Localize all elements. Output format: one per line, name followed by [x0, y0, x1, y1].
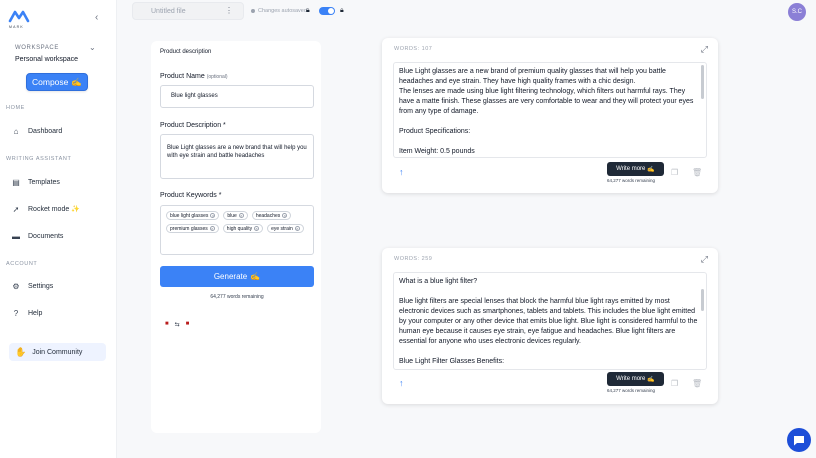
language-switcher[interactable]: ■ ⇆ ■	[165, 321, 189, 328]
brand-logo[interactable]: MARK	[8, 9, 30, 29]
section-account: ACCOUNT	[6, 261, 38, 267]
sidebar-item-help[interactable]: ? Help	[12, 308, 43, 318]
word-count: WORDS: 259	[394, 256, 433, 262]
lock-icon: 🔒︎	[306, 7, 310, 14]
expand-icon[interactable]: ⤢	[701, 44, 708, 55]
keywords-input[interactable]: blue light glasses × blue × headaches × pre…	[160, 205, 314, 255]
privacy-toggle[interactable]	[319, 7, 335, 15]
compose-button[interactable]: Compose ✍	[26, 73, 88, 91]
word-count: WORDS: 107	[394, 46, 433, 52]
copy-icon[interactable]: ❐	[671, 379, 678, 388]
output-text[interactable]: Blue Light glasses are a new brand of pr…	[393, 62, 707, 158]
document-icon: ▤	[12, 177, 20, 187]
write-more-button[interactable]: Write more ✍	[607, 162, 664, 176]
form-title: Product description	[160, 49, 212, 55]
product-description-form: Product description Product Name (option…	[151, 41, 321, 433]
keyword-chip: blue ×	[223, 211, 248, 220]
autosave-status: Changes autosaved	[251, 8, 307, 14]
workspace-label: WORKSPACE	[15, 45, 59, 51]
words-remaining: 64,277 words remaining	[607, 388, 656, 393]
workspace-name[interactable]: Personal workspace	[15, 56, 78, 63]
write-more-button[interactable]: Write more ✍	[607, 372, 664, 386]
more-options-icon[interactable]: ⋮	[225, 6, 233, 15]
chat-support-button[interactable]	[787, 428, 811, 452]
chat-icon	[794, 435, 804, 445]
remove-chip-icon[interactable]: ×	[210, 213, 216, 218]
sidebar-item-rocket-mode[interactable]: ➚ Rocket mode ✨	[12, 204, 80, 214]
swap-icon[interactable]: ⇆	[175, 321, 180, 328]
sidebar-item-settings[interactable]: ⚙ Settings	[12, 281, 53, 291]
remove-chip-icon[interactable]: ×	[282, 213, 288, 218]
keyword-chip: headaches ×	[251, 211, 292, 220]
sidebar-item-documents[interactable]: ▬ Documents	[12, 231, 63, 241]
keyword-chip: high quality ×	[222, 224, 264, 233]
scrollbar[interactable]	[701, 65, 704, 99]
remove-chip-icon[interactable]: ×	[294, 226, 300, 231]
remove-chip-icon[interactable]: ×	[209, 226, 215, 231]
copy-icon[interactable]: ❐	[671, 168, 678, 177]
writing-hand-icon: ✍	[250, 272, 261, 281]
product-description-textarea[interactable]: Blue Light glasses are a new brand that …	[160, 134, 314, 179]
gear-icon: ⚙	[12, 281, 20, 291]
remove-chip-icon[interactable]: ×	[254, 226, 260, 231]
output-card: WORDS: 259 ⤢ What is a blue light filter…	[382, 248, 718, 404]
remove-chip-icon[interactable]: ×	[238, 213, 244, 218]
section-writing-assistant: WRITING ASSISTANT	[6, 156, 72, 162]
avatar[interactable]: S.C	[788, 3, 806, 21]
home-icon: ⌂	[13, 126, 19, 136]
words-remaining: 64,277 words remaining	[210, 294, 264, 300]
us-flag-icon[interactable]: ■	[165, 321, 169, 328]
keyword-chip: eye strain ×	[267, 224, 304, 233]
output-text[interactable]: What is a blue light filter? Blue light …	[393, 272, 707, 370]
us-flag-icon[interactable]: ■	[186, 321, 190, 328]
svg-text:MARK: MARK	[9, 25, 24, 29]
lock-closed-icon: 🔒︎	[340, 7, 344, 14]
status-dot-icon	[251, 9, 255, 13]
product-keywords-label: Product Keywords *	[160, 192, 222, 199]
collapse-sidebar-icon[interactable]: ‹	[95, 12, 98, 23]
generate-button[interactable]: Generate ✍	[160, 266, 314, 287]
trash-icon[interactable]: 🗑︎	[692, 379, 702, 388]
rocket-icon: ➚	[12, 204, 20, 214]
writing-hand-icon: ✍	[71, 76, 82, 87]
keyword-chip: premium glasses ×	[166, 224, 219, 233]
product-description-label: Product Description *	[160, 122, 226, 129]
writing-hand-icon: ✍	[647, 376, 655, 383]
join-community-button[interactable]: ✋ Join Community	[9, 343, 106, 361]
writing-hand-icon: ✍	[647, 166, 655, 173]
sidebar-item-dashboard[interactable]: ⌂ Dashboard	[12, 126, 63, 136]
expand-icon[interactable]: ⤢	[701, 254, 708, 265]
chevron-down-icon[interactable]: ⌄	[89, 43, 96, 52]
help-icon: ?	[13, 308, 19, 318]
words-remaining: 64,277 words remaining	[607, 178, 656, 183]
output-card: WORDS: 107 ⤢ Blue Light glasses are a ne…	[382, 38, 718, 193]
sidebar-item-templates[interactable]: ▤ Templates	[12, 177, 60, 187]
arrow-up-icon[interactable]: ↑	[399, 167, 404, 177]
section-home: HOME	[6, 105, 25, 111]
arrow-up-icon[interactable]: ↑	[399, 378, 404, 388]
keyword-chip: blue light glasses ×	[166, 211, 220, 220]
product-name-label: Product Name (optional)	[160, 73, 228, 80]
product-name-input[interactable]: Blue light glasses	[160, 85, 314, 108]
scrollbar[interactable]	[701, 289, 704, 311]
waving-hand-icon: ✋	[15, 346, 27, 357]
folder-icon: ▬	[12, 231, 20, 241]
file-name-field[interactable]: Untitled file ⋮	[132, 2, 244, 20]
trash-icon[interactable]: 🗑︎	[692, 168, 702, 177]
sidebar: MARK ‹ WORKSPACE ⌄ Personal workspace Co…	[0, 0, 117, 458]
